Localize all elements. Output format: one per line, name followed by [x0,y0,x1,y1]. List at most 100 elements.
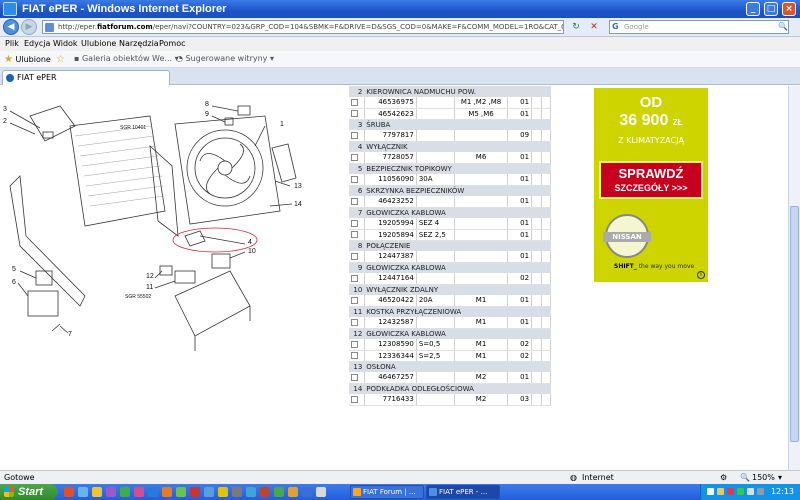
tray-icon[interactable] [747,488,754,495]
checkbox[interactable] [351,219,358,227]
quicklaunch-icon[interactable] [176,487,186,497]
taskbar-button-fiat-forum[interactable]: FIAT Forum | ... [350,485,424,499]
row-select[interactable] [349,339,365,351]
quicklaunch-icon[interactable] [288,487,298,497]
row-select[interactable] [349,196,365,208]
checkbox[interactable] [351,395,358,403]
forward-button[interactable]: ▶ [21,19,37,35]
row-select[interactable] [349,152,365,164]
quicklaunch-icon[interactable] [274,487,284,497]
quicklaunch-icon[interactable] [134,487,144,497]
quicklaunch-icon[interactable] [218,487,228,497]
row-select[interactable] [349,218,365,230]
quicklaunch-icon[interactable] [64,487,74,497]
part-note: S=2,5 [416,350,455,362]
menu-view[interactable]: Widok [53,39,78,48]
info-icon[interactable]: i [697,271,705,279]
start-button[interactable]: Start [0,484,58,500]
row-select[interactable] [349,108,365,120]
part-code: 19205994 [364,218,417,230]
suggested-sites-link[interactable]: ◔ Sugerowane witryny ▾ [176,54,274,63]
quicklaunch-icon[interactable] [106,487,116,497]
checkbox[interactable] [351,252,358,260]
tray-icon[interactable] [717,488,724,495]
row-select[interactable] [349,372,365,384]
diagram-label: 12 [146,273,154,280]
diagram-label: 1 [280,121,284,128]
tray-icon[interactable] [757,488,764,495]
group-number: 6 [349,185,365,196]
firefox-icon [353,488,361,496]
row-select[interactable] [349,229,365,241]
part-extra [541,97,551,109]
checkbox[interactable] [351,318,358,326]
ad-cta-button[interactable]: SPRAWDŹ SZCZEGÓŁY >>> [599,161,703,199]
quicklaunch-icon[interactable] [316,487,326,497]
tab-fiat-eper[interactable]: FIAT ePER [2,70,170,85]
row-select[interactable] [349,251,365,263]
row-select[interactable] [349,394,365,406]
tray-icon[interactable] [707,488,714,495]
row-select[interactable] [349,273,365,285]
quicklaunch-icon[interactable] [120,487,130,497]
quicklaunch-icon[interactable] [190,487,200,497]
taskbar-button-fiat-eper[interactable]: FIAT ePER - ... [426,485,500,499]
checkbox[interactable] [351,373,358,381]
checkbox[interactable] [351,98,358,106]
url-input[interactable]: http://eper.fiatforum.com/eper/navi?COUN… [42,20,564,34]
row-select[interactable] [349,97,365,109]
quicklaunch-icon[interactable] [162,487,172,497]
checkbox[interactable] [351,231,358,238]
tray-icon[interactable] [727,488,734,495]
quicklaunch-icon[interactable] [204,487,214,497]
row-select[interactable] [349,350,365,362]
favorites-button[interactable]: ★ Ulubione [4,54,51,65]
gallery-link[interactable]: ▪ Galeria obiektów We... ▾ [74,54,179,63]
diagram-label: 2 [3,118,7,125]
quicklaunch-icon[interactable] [78,487,88,497]
vertical-scrollbar[interactable] [788,86,800,470]
quicklaunch-icon[interactable] [260,487,270,497]
group-number: 5 [349,163,365,174]
checkbox[interactable] [351,153,358,161]
quicklaunch-icon[interactable] [302,487,312,497]
quicklaunch-icon[interactable] [232,487,242,497]
scrollbar-thumb[interactable] [790,206,799,442]
add-favorite-icon[interactable]: ☆ [56,54,65,65]
menu-tools[interactable]: Narzędzia [119,39,159,48]
row-select[interactable] [349,317,365,329]
checkbox[interactable] [351,197,358,205]
row-select[interactable] [349,174,365,186]
checkbox[interactable] [351,352,358,359]
nissan-ad[interactable]: OD 36 900 ZŁ Z KLIMATYZACJĄ SPRAWDŹ SZCZ… [594,88,708,282]
row-select[interactable] [349,295,365,307]
quicklaunch-icon[interactable] [92,487,102,497]
refresh-icon[interactable]: ↻ [570,21,582,33]
quicklaunch-icon[interactable] [148,487,158,497]
checkbox[interactable] [351,175,358,183]
zoom-icon[interactable]: 🔍 [740,473,750,482]
minimize-button[interactable]: _ [746,2,760,16]
menu-edit[interactable]: Edycja [24,39,50,48]
search-go-icon[interactable]: 🔍 [778,22,788,32]
zoom-dropdown-icon[interactable]: ▾ [778,473,782,482]
checkbox[interactable] [351,340,358,348]
close-button[interactable]: × [782,2,796,16]
menu-file[interactable]: Plik [5,39,19,48]
checkbox[interactable] [351,131,358,139]
tray-icon[interactable] [737,488,744,495]
zoom-level[interactable]: 150% [752,473,775,482]
protected-mode-icon[interactable]: ⚙ [720,473,727,482]
checkbox[interactable] [351,274,358,282]
quicklaunch-icon[interactable] [246,487,256,497]
gallery-label: Galeria obiektów We... [81,54,173,63]
checkbox[interactable] [351,110,358,117]
checkbox[interactable] [351,296,358,304]
row-select[interactable] [349,130,365,142]
stop-icon[interactable]: ✕ [588,21,600,33]
maximize-button[interactable]: □ [764,2,778,16]
menu-help[interactable]: Pomoc [159,39,186,48]
menu-favorites[interactable]: Ulubione [81,39,116,48]
search-input[interactable]: G Google [609,20,789,34]
back-button[interactable]: ◀ [3,19,19,35]
